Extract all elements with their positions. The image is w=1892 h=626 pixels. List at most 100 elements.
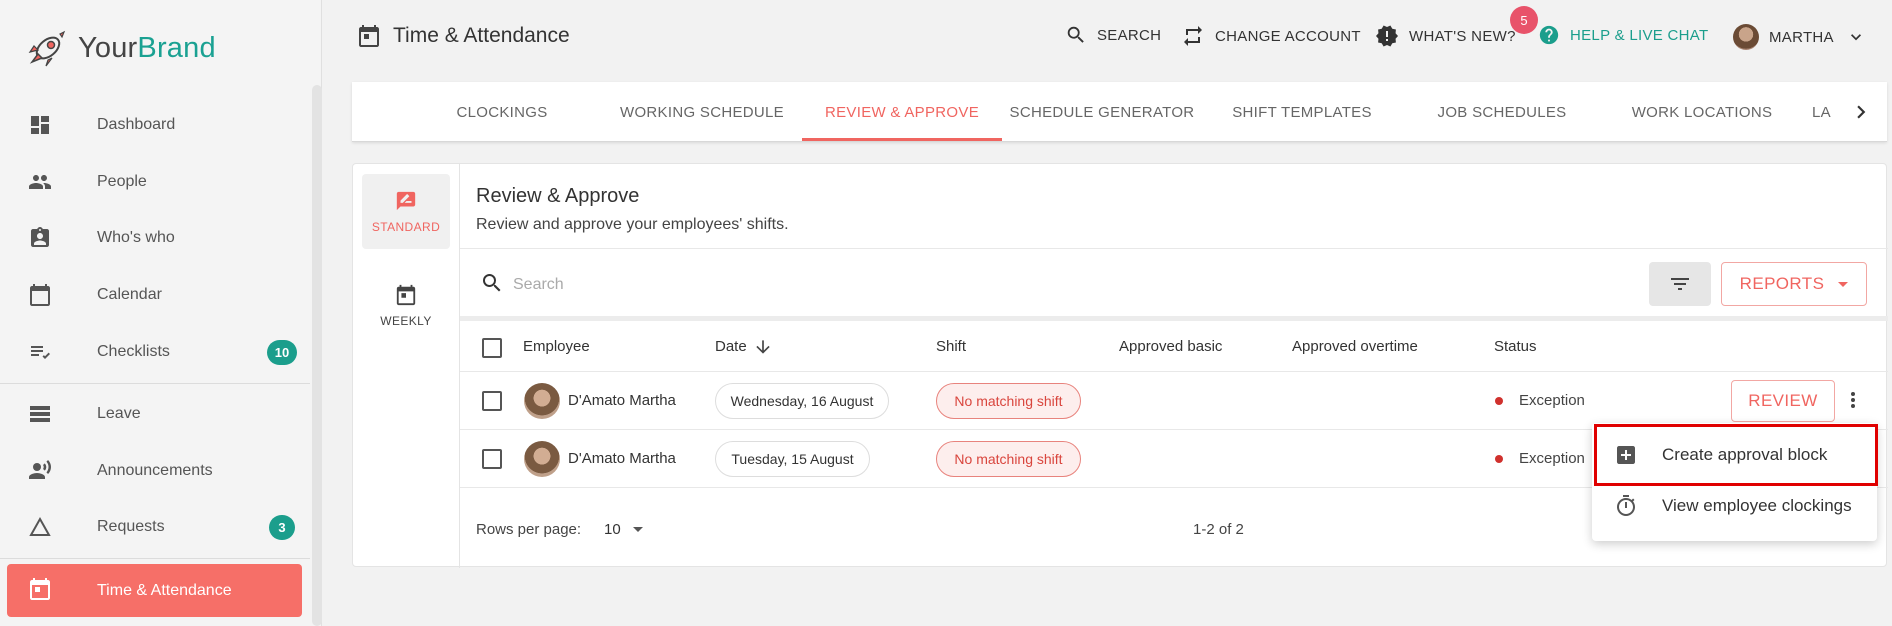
view-standard-button[interactable]: STANDARD: [362, 174, 450, 249]
row-checkbox[interactable]: [482, 449, 502, 469]
whats-new-button[interactable]: WHAT'S NEW?: [1375, 24, 1516, 48]
rows-per-page-label: Rows per page:: [476, 521, 582, 538]
employee-name: D'Amato Martha: [568, 392, 676, 409]
sidebar-divider: [0, 383, 310, 384]
shift-chip: No matching shift: [936, 383, 1081, 419]
row-actions-menu: Create approval block View employee cloc…: [1592, 423, 1877, 541]
caret-down-icon[interactable]: [633, 527, 643, 532]
view-employee-clockings-menu-item[interactable]: View employee clockings: [1592, 482, 1877, 530]
sidebar-item-dashboard[interactable]: Dashboard: [0, 100, 310, 150]
contact-card-icon: [31, 227, 49, 247]
tab-working-schedule[interactable]: WORKING SCHEDULE: [602, 82, 802, 141]
sidebar-item-label: Requests: [97, 518, 165, 535]
view-weekly-button[interactable]: WEEKLY: [362, 268, 450, 343]
rows-per-page-select[interactable]: 10: [604, 521, 621, 538]
people-icon: [29, 175, 51, 189]
pagination-range: 1-2 of 2: [1193, 521, 1244, 538]
help-live-chat-button[interactable]: HELP & LIVE CHAT: [1538, 24, 1708, 46]
header-search-button[interactable]: SEARCH: [1065, 24, 1161, 46]
edit-note-icon: [396, 191, 416, 210]
arrow-down-icon[interactable]: [753, 337, 773, 357]
column-header-approved-basic[interactable]: Approved basic: [1119, 338, 1222, 355]
tab-clockings[interactable]: CLOCKINGS: [412, 82, 592, 141]
time-attendance-icon: [30, 578, 50, 600]
sidebar-item-label: Checklists: [97, 343, 170, 360]
search-icon: [1067, 26, 1084, 43]
tab-work-locations[interactable]: WORK LOCATIONS: [1602, 82, 1802, 141]
column-header-date[interactable]: Date: [715, 338, 747, 355]
requests-count-badge: 3: [269, 514, 295, 540]
employee-name: D'Amato Martha: [568, 450, 676, 467]
more-options-icon[interactable]: [1843, 390, 1863, 414]
avatar: [524, 383, 560, 419]
rocket-logo-icon: [28, 30, 66, 67]
active-tab-indicator: [802, 138, 1002, 141]
reports-label: REPORTS: [1739, 274, 1825, 293]
create-approval-block-menu-item[interactable]: Create approval block: [1592, 431, 1877, 479]
whats-new-badge: 5: [1510, 6, 1538, 34]
section-subtitle: Review and approve your employees' shift…: [476, 216, 789, 233]
checklists-count-badge: 10: [267, 339, 297, 365]
tab-bar: CLOCKINGS WORKING SCHEDULE REVIEW & APPR…: [352, 82, 1887, 142]
status-badge: Exception: [1519, 392, 1585, 409]
sidebar-item-label: People: [97, 173, 147, 190]
tab-review-approve[interactable]: REVIEW & APPROVE: [802, 82, 1002, 141]
sidebar-item-checklists[interactable]: Checklists 10: [0, 327, 310, 377]
divider: [460, 248, 1888, 249]
review-button[interactable]: REVIEW: [1731, 380, 1835, 422]
chevron-down-icon: [1850, 34, 1861, 41]
sidebar-item-calendar[interactable]: Calendar: [0, 270, 310, 320]
add-box-icon: [1617, 446, 1635, 464]
chevron-right-icon[interactable]: [1848, 99, 1874, 125]
filter-button[interactable]: [1649, 262, 1711, 306]
column-header-shift[interactable]: Shift: [936, 338, 966, 355]
leave-icon: [30, 406, 50, 422]
page-title: Time & Attendance: [393, 24, 570, 47]
sidebar: YourBrand Dashboard People Who's who Cal…: [0, 0, 322, 626]
tab-shift-templates[interactable]: SHIFT TEMPLATES: [1202, 82, 1402, 141]
divider: [460, 316, 1888, 321]
sidebar-item-label: Leave: [97, 405, 141, 422]
sidebar-item-leave[interactable]: Leave: [0, 389, 310, 439]
announcement-badge-icon: [1376, 25, 1398, 47]
menu-item-label: Create approval block: [1662, 445, 1828, 464]
shift-chip: No matching shift: [936, 441, 1081, 477]
sidebar-item-label: Time & Attendance: [97, 581, 232, 599]
column-header-status[interactable]: Status: [1494, 338, 1537, 355]
tab-schedule-generator[interactable]: SCHEDULE GENERATOR: [1002, 82, 1202, 141]
change-account-button[interactable]: CHANGE ACCOUNT: [1181, 24, 1361, 48]
status-badge: Exception: [1519, 450, 1585, 467]
divider: [460, 371, 1888, 372]
avatar: [524, 441, 560, 477]
sidebar-item-people[interactable]: People: [0, 157, 310, 207]
view-weekly-label: WEEKLY: [380, 313, 432, 328]
filter-icon: [1671, 278, 1689, 290]
column-header-approved-overtime[interactable]: Approved overtime: [1292, 338, 1418, 355]
calendar-icon: [30, 284, 50, 306]
user-menu[interactable]: MARTHA: [1733, 24, 1866, 50]
sidebar-item-requests[interactable]: Requests 3: [0, 502, 310, 552]
date-chip: Wednesday, 16 August: [715, 383, 889, 419]
search-input[interactable]: [513, 270, 1413, 300]
status-dot: [1495, 397, 1503, 405]
sidebar-item-whos-who[interactable]: Who's who: [0, 213, 310, 263]
date-chip: Tuesday, 15 August: [715, 441, 870, 477]
sidebar-item-time-attendance[interactable]: Time & Attendance: [7, 564, 302, 617]
header-search-label: SEARCH: [1097, 26, 1162, 44]
sidebar-item-announcements[interactable]: Announcements: [0, 446, 310, 496]
brand[interactable]: YourBrand: [26, 28, 216, 68]
page-header: Time & Attendance: [357, 24, 570, 48]
brand-name: YourBrand: [78, 31, 216, 64]
select-all-checkbox[interactable]: [482, 338, 502, 358]
caret-down-icon: [1838, 281, 1849, 287]
reports-dropdown-button[interactable]: REPORTS: [1721, 262, 1867, 306]
sidebar-divider: [0, 558, 310, 559]
sidebar-item-label: Calendar: [97, 286, 162, 303]
row-checkbox[interactable]: [482, 391, 502, 411]
column-header-employee[interactable]: Employee: [523, 338, 590, 355]
tab-job-schedules[interactable]: JOB SCHEDULES: [1402, 82, 1602, 141]
sidebar-scrollbar[interactable]: [312, 85, 322, 626]
user-avatar: [1733, 24, 1759, 50]
view-standard-label: STANDARD: [371, 219, 441, 234]
status-dot: [1495, 455, 1503, 463]
